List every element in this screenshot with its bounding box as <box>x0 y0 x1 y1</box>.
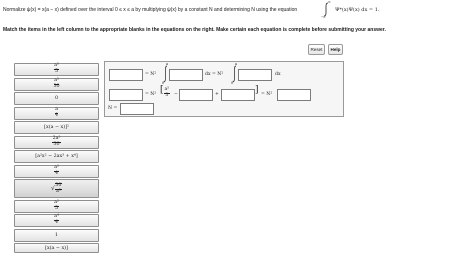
tile-zero[interactable]: 0 <box>14 92 99 105</box>
tile-a4-over-4[interactable]: a⁴ 4 <box>14 214 99 227</box>
blank-4[interactable] <box>109 89 143 101</box>
left-bracket-icon: [ <box>160 85 164 95</box>
eq2-fraction: a⁵ 3 <box>164 87 170 98</box>
integral-sign: ∞ −∞ <box>319 0 333 19</box>
integral-upper-limit: a <box>235 62 238 66</box>
instructions: Match the items in the left column to th… <box>3 27 386 33</box>
problem-statement: Normalize ψ(x) = x(a − x) defined over t… <box>3 0 471 19</box>
tile-a2-over-4[interactable]: a² 4 <box>14 164 99 178</box>
tile-fraction: 2a⁵ 30 <box>52 135 61 147</box>
tile-fraction: a² 4 <box>53 164 60 176</box>
tile-fraction: a⁵ 5 <box>53 63 60 74</box>
eq1-equals-n2: = N² <box>145 72 157 77</box>
eq2-equals-n2-end: = N² <box>261 92 273 97</box>
blank-7[interactable] <box>277 89 311 101</box>
tile-fraction: a⁵ 30 <box>53 77 60 89</box>
tile-text: 1 <box>54 232 59 238</box>
eq2-plus: + <box>215 92 219 97</box>
help-button[interactable]: Help <box>328 44 343 55</box>
tile-text: [x(a − x)]² <box>44 125 69 130</box>
tile-text: 0 <box>54 96 59 101</box>
tile-fraction: a⁴ 4 <box>53 214 60 225</box>
tile-a5-over-30[interactable]: a⁵ 30 <box>14 77 99 91</box>
blank-5[interactable] <box>179 89 213 101</box>
tile-fraction: a4 <box>54 106 59 118</box>
tile-fraction: a² 5 <box>53 199 60 211</box>
tile-a-over-4[interactable]: a4 <box>14 106 99 120</box>
blank-1[interactable] <box>109 69 143 81</box>
problem-equation: Ψ*(x)Ψ(x) dx = 1. <box>335 7 380 13</box>
tile-fraction: 30 a⁵ <box>54 182 62 194</box>
tile-psi-squared[interactable]: [x(a − x)]² <box>14 121 99 134</box>
blank-6[interactable] <box>221 89 255 101</box>
blank-2[interactable] <box>169 69 203 81</box>
tile-a2-over-5[interactable]: a² 5 <box>14 199 99 213</box>
eq2-equals-n2: = N² <box>145 92 157 97</box>
tile-one[interactable]: 1 <box>14 228 99 242</box>
integral-lower-limit: −∞ <box>321 15 326 19</box>
tile-a5-over-5[interactable]: a⁵ 5 <box>14 63 99 76</box>
answer-tiles: a⁵ 5 a⁵ 30 0 a4 [x(a − x)]² 2a⁵ 30 [a²x² − … <box>14 63 99 255</box>
reset-button[interactable]: Reset <box>308 44 325 55</box>
problem-text: Normalize ψ(x) = x(a − x) defined over t… <box>3 7 298 13</box>
equation-area: = N² a 0 dx = N² a 0 dx = N² [ a⁵ 3 − + ]… <box>104 61 344 117</box>
tile-psi[interactable]: [x(a − x)] <box>14 243 99 253</box>
eq2-minus: − <box>174 92 178 97</box>
tile-expanded-polynomial[interactable]: [a²x² − 2ax³ + x⁴] <box>14 150 99 163</box>
integral-upper-limit: a <box>166 62 169 66</box>
right-bracket-icon: ] <box>255 85 259 95</box>
eq1-dx: dx <box>275 72 281 77</box>
blank-3[interactable] <box>238 69 272 81</box>
tile-text: [a²x² − 2ax³ + x⁴] <box>35 154 78 159</box>
tile-text: [x(a − x)] <box>45 245 68 251</box>
tile-sqrt-30-over-a5[interactable]: √ 30 a⁵ <box>14 179 99 198</box>
n-label: N = <box>108 106 118 111</box>
integral-upper-limit: ∞ <box>328 0 331 4</box>
blank-8[interactable] <box>120 103 154 115</box>
integral-lower-limit: 0 <box>231 81 234 85</box>
eq1-dx-equals-n2: dx = N² <box>205 72 224 77</box>
tile-2a5-over-30[interactable]: 2a⁵ 30 <box>14 135 99 149</box>
